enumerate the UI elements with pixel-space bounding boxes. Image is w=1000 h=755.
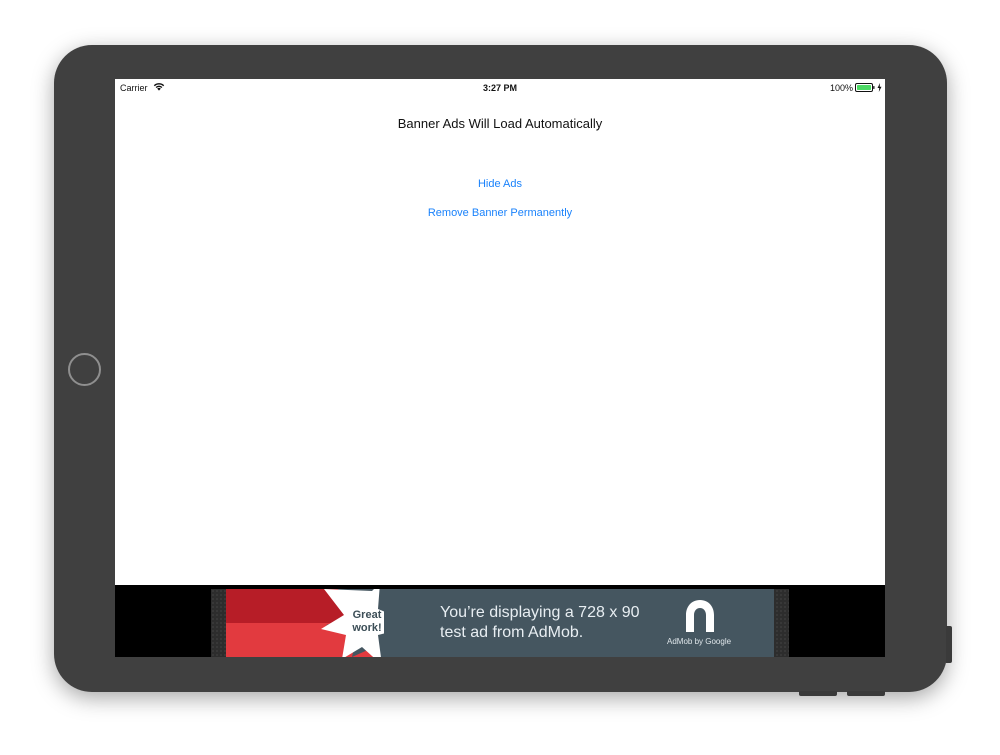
volume-button bbox=[946, 626, 952, 663]
battery-percentage: 100% bbox=[829, 83, 853, 93]
page-title: Banner Ads Will Load Automatically bbox=[397, 116, 603, 131]
side-button-1 bbox=[799, 691, 837, 696]
home-button[interactable] bbox=[68, 353, 101, 386]
banner-ad[interactable]: Great work! You’re displaying a 728 x 90… bbox=[226, 589, 774, 657]
ad-badge-text: Great work! bbox=[352, 609, 382, 634]
status-bar: Carrier 3:27 PM 100% bbox=[115, 79, 885, 97]
banner-ad-frame: Great work! You’re displaying a 728 x 90… bbox=[211, 589, 789, 657]
admob-logo-icon bbox=[686, 600, 714, 632]
charging-bolt-icon bbox=[877, 83, 882, 92]
banner-ad-container: Great work! You’re displaying a 728 x 90… bbox=[115, 585, 885, 657]
device-screen: Carrier 3:27 PM 100% Banner Ads Will Loa… bbox=[115, 79, 885, 657]
side-button-2 bbox=[847, 691, 885, 696]
admob-byline: AdMob by Google bbox=[667, 637, 732, 646]
remove-banner-button[interactable]: Remove Banner Permanently bbox=[115, 207, 885, 219]
status-time: 3:27 PM bbox=[482, 83, 517, 93]
hide-ads-button[interactable]: Hide Ads bbox=[115, 178, 885, 190]
ad-message: You’re displaying a 728 x 90 test ad fro… bbox=[440, 604, 640, 641]
ad-star-graphic: Great work! bbox=[226, 589, 386, 657]
battery-icon bbox=[855, 83, 875, 92]
